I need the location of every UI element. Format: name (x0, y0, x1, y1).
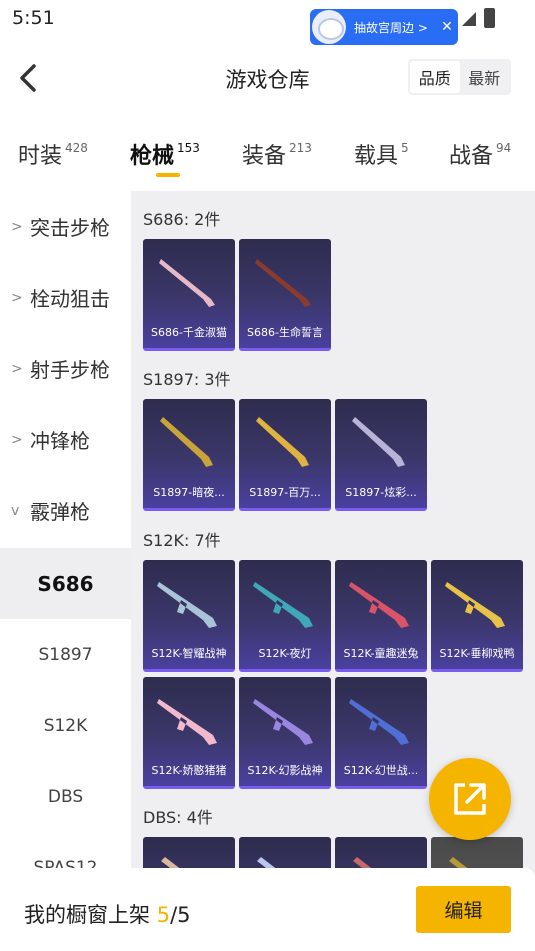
item-name: S686-生命誓言 (247, 326, 323, 339)
item-card[interactable]: S12K-幻影战神 (239, 677, 331, 789)
item-card[interactable]: S12K-智耀战神 (143, 560, 235, 672)
sidebar-cat-label: 栓动狙击 (30, 287, 110, 311)
promo-label: 抽故宫周边 > (354, 20, 428, 35)
chevron-right-icon: > (11, 289, 23, 306)
sidebar-cat-assault-rifle[interactable]: > 突击步枪 (0, 191, 131, 262)
rifle-icon (349, 582, 409, 628)
status-icons (460, 8, 495, 28)
category-tabs: 时装 428 枪械 153 装备 213 载具 5 战备 94 (0, 128, 535, 182)
chevron-right-icon: > (11, 218, 23, 235)
promo-avatar (312, 10, 346, 44)
rifle-icon (157, 582, 217, 628)
tab-equipment[interactable]: 装备 213 (242, 138, 312, 170)
edit-button[interactable]: 编辑 (416, 886, 511, 933)
sidebar-sub-s1897[interactable]: S1897 (0, 619, 131, 690)
group-title: S12K: 7件 (143, 531, 221, 550)
bottom-bar: 我的橱窗上架 5/5 编辑 (0, 868, 535, 951)
sidebar-cat-label: 突击步枪 (30, 216, 110, 240)
item-name: S12K-童趣迷兔 (343, 647, 419, 660)
shotgun-icon (256, 417, 309, 467)
sidebar-cat-shotgun[interactable]: v 霰弹枪 (0, 475, 131, 546)
chevron-down-icon: v (11, 502, 20, 519)
shotgun-icon (352, 417, 405, 467)
rifle-icon (445, 582, 505, 628)
item-name: S1897-百万... (249, 486, 321, 499)
sidebar-sub-s12k[interactable]: S12K (0, 690, 131, 761)
tab-count: 153 (177, 141, 200, 155)
item-card[interactable]: S686-千金淑猫 (143, 239, 235, 351)
item-card[interactable]: S12K-童趣迷兔 (335, 560, 427, 672)
rifle-icon (253, 582, 313, 628)
tab-vehicles[interactable]: 载具 5 (354, 138, 409, 170)
item-card[interactable]: S12K-夜灯 (239, 560, 331, 672)
group-title: S686: 2件 (143, 210, 221, 229)
group-title: S1897: 3件 (143, 370, 231, 389)
rifle-icon (349, 699, 409, 745)
item-card[interactable]: S12K-垂柳戏鸭 (431, 560, 523, 672)
item-name: S1897-炫彩... (345, 486, 417, 499)
item-name: S1897-暗夜... (153, 486, 225, 499)
sidebar: > 突击步枪 > 栓动狙击 > 射手步枪 > 冲锋枪 v 霰弹枪 S686 S1897 S… (0, 191, 131, 891)
item-name: S12K-智耀战神 (151, 647, 227, 660)
tab-count: 428 (65, 141, 88, 155)
tab-count: 5 (401, 141, 409, 155)
tab-count: 94 (496, 141, 512, 155)
showcase-status: 我的橱窗上架 5/5 (24, 899, 191, 929)
tab-label: 时装 (18, 144, 63, 169)
sidebar-cat-smg[interactable]: > 冲锋枪 (0, 404, 131, 475)
item-name: S12K-娇憨猪猪 (151, 764, 227, 777)
signal-icon (462, 12, 476, 26)
close-icon[interactable]: ✕ (436, 19, 458, 35)
item-name: S12K-垂柳戏鸭 (439, 647, 515, 660)
rifle-icon (157, 699, 217, 745)
external-link-icon (454, 783, 486, 815)
sidebar-cat-label: 霰弹枪 (30, 500, 90, 524)
shotgun-icon (255, 259, 311, 307)
shotgun-icon (160, 417, 213, 467)
item-name: S686-千金淑猫 (151, 326, 227, 339)
showcase-total: /5 (170, 903, 191, 927)
sort-latest[interactable]: 最新 (460, 61, 510, 93)
item-card[interactable]: S1897-炫彩... (335, 399, 427, 511)
item-name: S12K-幻影战神 (247, 764, 323, 777)
tab-outfits[interactable]: 时装 428 (18, 138, 88, 170)
tab-label: 战备 (449, 144, 494, 169)
header: 游戏仓库 品质 最新 (0, 50, 535, 106)
sort-toggle: 品质 最新 (408, 59, 511, 95)
promo-banner[interactable]: 抽故宫周边 > ✕ (310, 9, 458, 45)
sidebar-cat-label: 冲锋枪 (30, 429, 90, 453)
item-card[interactable]: S686-生命誓言 (239, 239, 331, 351)
sidebar-cat-marksman-rifle[interactable]: > 射手步枪 (0, 333, 131, 404)
item-card[interactable]: S12K-幻世战... (335, 677, 427, 789)
sidebar-cat-bolt-sniper[interactable]: > 栓动狙击 (0, 262, 131, 333)
tab-label: 载具 (354, 144, 399, 169)
status-time: 5:51 (12, 7, 55, 29)
tab-firearms[interactable]: 枪械 153 (130, 138, 200, 170)
item-name: S12K-夜灯 (258, 647, 312, 660)
showcase-label: 我的橱窗上架 (24, 903, 150, 927)
tab-supplies[interactable]: 战备 94 (449, 138, 511, 170)
item-card[interactable]: S12K-娇憨猪猪 (143, 677, 235, 789)
chevron-right-icon: > (11, 431, 23, 448)
battery-icon (484, 8, 495, 28)
showcase-count: 5 (156, 903, 171, 927)
tab-count: 213 (289, 141, 312, 155)
item-card[interactable]: S1897-百万... (239, 399, 331, 511)
shotgun-icon (159, 259, 215, 307)
chevron-right-icon: > (11, 360, 23, 377)
sidebar-sub-s686[interactable]: S686 (0, 548, 131, 619)
sidebar-cat-label: 射手步枪 (30, 358, 110, 382)
sort-quality[interactable]: 品质 (410, 61, 460, 93)
item-name: S12K-幻世战... (343, 764, 419, 777)
warehouse-page: 5:51 抽故宫周边 > ✕ 游戏仓库 品质 最新 时装 428 枪械 153 装备… (0, 0, 535, 951)
group-title: DBS: 4件 (143, 808, 213, 827)
share-button[interactable] (429, 758, 511, 840)
tab-label: 装备 (242, 144, 287, 169)
sidebar-sub-dbs[interactable]: DBS (0, 761, 131, 832)
item-card[interactable]: S1897-暗夜... (143, 399, 235, 511)
tab-label: 枪械 (130, 144, 175, 169)
rifle-icon (253, 699, 313, 745)
tab-active-indicator (156, 173, 180, 177)
